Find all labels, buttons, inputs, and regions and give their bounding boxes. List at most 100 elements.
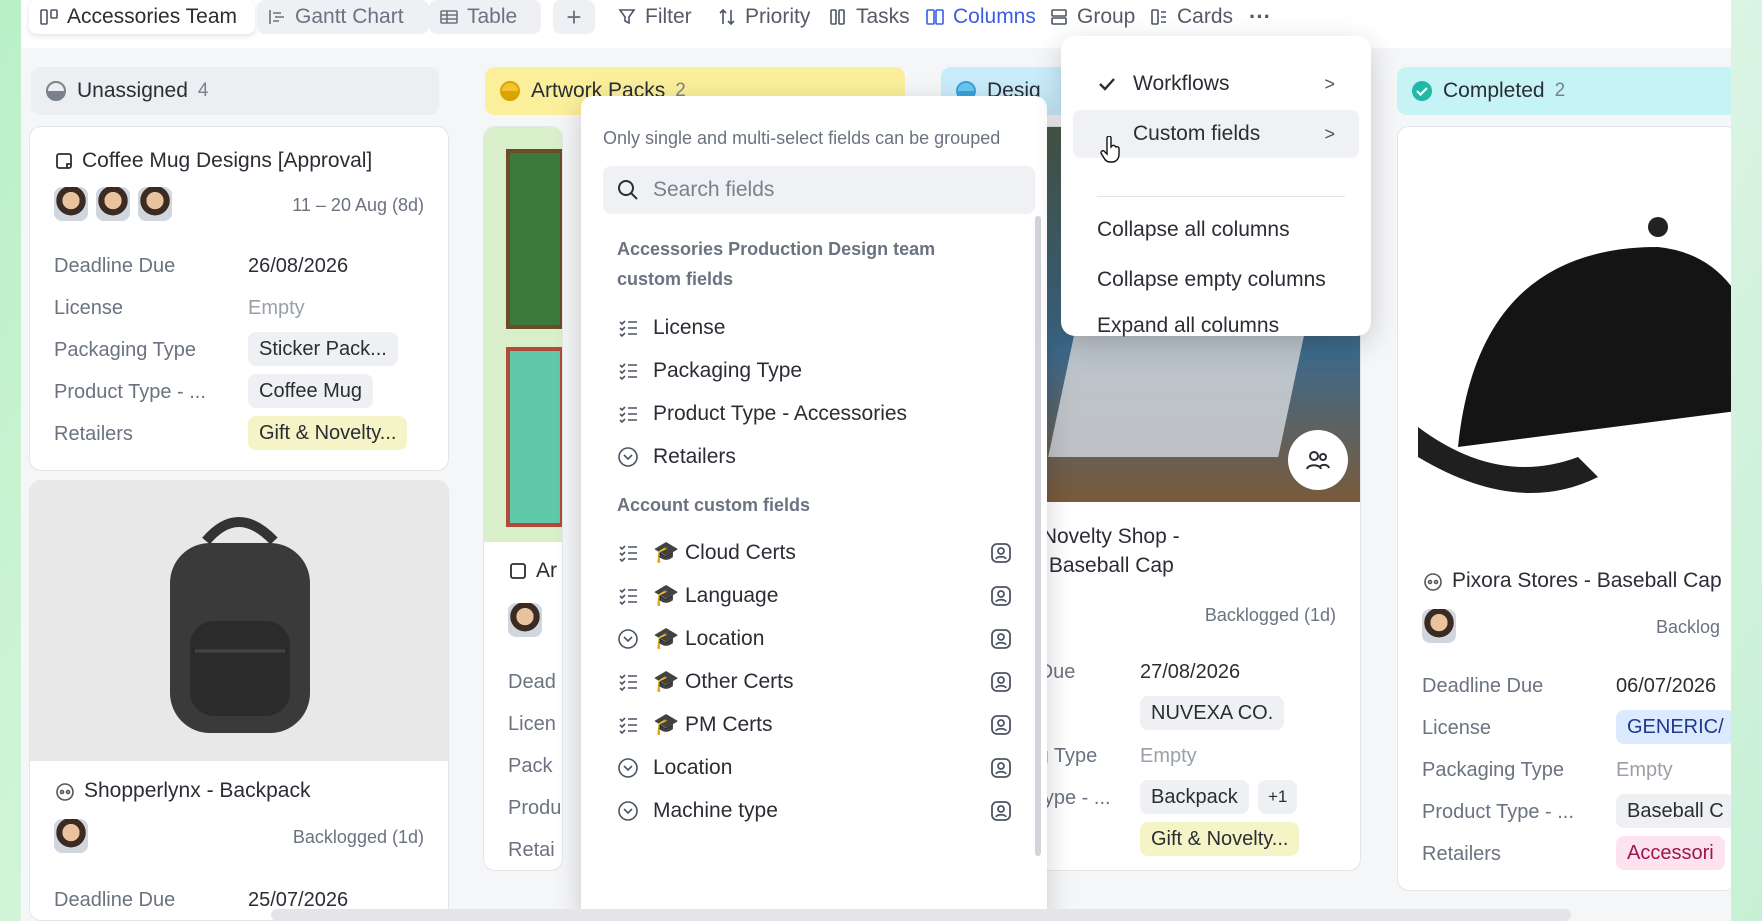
task-card-artwork[interactable]: Ar Dead Licen Pack Produ Retai	[483, 126, 563, 871]
menu-item-expand-all[interactable]: Expand all columns	[1073, 306, 1359, 346]
filter-button[interactable]: Filter	[607, 0, 702, 34]
group-icon	[1051, 9, 1067, 25]
field-item-cloud-certs[interactable]: 🎓 Cloud Certs	[617, 533, 1017, 573]
field-chip[interactable]: Accessori	[1616, 836, 1725, 870]
card-title: Shopperlynx - Backpack	[54, 779, 310, 803]
column-header-unassigned[interactable]: Unassigned 4	[31, 67, 439, 115]
menu-item-label: Workflows	[1133, 72, 1230, 95]
column-name: Unassigned	[77, 79, 188, 102]
priority-label: Priority	[745, 5, 811, 28]
avatar[interactable]	[1422, 609, 1456, 643]
field-item-machine-type[interactable]: Machine type	[617, 791, 1017, 831]
filter-icon	[618, 9, 636, 25]
check-circle-icon	[1412, 81, 1432, 101]
users-icon	[1306, 451, 1330, 470]
cards-button[interactable]: Cards	[1139, 0, 1243, 34]
user-badge-icon	[991, 801, 1011, 821]
menu-item-label: Collapse all columns	[1097, 218, 1290, 241]
backpack-image	[30, 481, 448, 761]
field-item-location[interactable]: Location	[617, 748, 1017, 788]
field-label: Pack	[508, 755, 553, 777]
task-icon	[510, 563, 526, 579]
panel-scrollbar[interactable]	[1035, 216, 1041, 856]
menu-item-workflows[interactable]: Workflows >	[1073, 60, 1359, 108]
card-status: Backlogged (1d)	[292, 827, 424, 847]
task-card-backpack[interactable]: Shopperlynx - Backpack Backlogged (1d) D…	[29, 480, 449, 921]
task-icon	[56, 153, 72, 169]
horizontal-scrollbar[interactable]	[271, 909, 1571, 921]
group-button[interactable]: Group	[1039, 0, 1145, 34]
robot-icon	[1424, 573, 1442, 591]
field-value[interactable]: 06/07/2026	[1616, 675, 1716, 698]
field-item-label: 🎓 PM Certs	[653, 713, 773, 736]
field-value[interactable]: 27/08/2026	[1140, 661, 1240, 684]
field-chip[interactable]: Gift & Novelty...	[248, 416, 408, 450]
field-item-other-certs[interactable]: 🎓 Other Certs	[617, 662, 1017, 702]
field-label: Product Type - ...	[1422, 801, 1574, 823]
tasks-button[interactable]: Tasks	[818, 0, 920, 34]
board-app: Accessories Team Gantt Chart Table + Fil…	[21, 0, 1731, 921]
field-item-license[interactable]: License	[617, 308, 1017, 348]
field-item-pm-certs[interactable]: 🎓 PM Certs	[617, 705, 1017, 745]
field-item-packaging-type[interactable]: Packaging Type	[617, 351, 1017, 391]
half-circle-status-icon	[46, 81, 66, 101]
card-status: Backlogged (1d)	[1204, 605, 1336, 625]
priority-button[interactable]: Priority	[707, 0, 820, 34]
field-item-location-cert[interactable]: 🎓 Location	[617, 619, 1017, 659]
field-value[interactable]: 26/08/2026	[248, 255, 348, 278]
user-badge-icon	[991, 629, 1011, 649]
search-field-wrapper[interactable]	[603, 166, 1035, 214]
assign-users-badge[interactable]	[1288, 430, 1348, 490]
dropdown-circle-icon	[618, 801, 638, 821]
menu-divider	[1097, 196, 1345, 197]
more-options-button[interactable]: ···	[1239, 0, 1281, 34]
avatar[interactable]	[96, 187, 130, 221]
avatar[interactable]	[54, 819, 88, 853]
field-chip[interactable]: GENERIC/	[1616, 710, 1731, 744]
columns-button[interactable]: Columns	[915, 0, 1046, 34]
menu-item-collapse-empty[interactable]: Collapse empty columns	[1073, 256, 1359, 304]
field-item-product-type[interactable]: Product Type - Accessories	[617, 394, 1017, 434]
table-icon	[440, 10, 458, 24]
view-tab-board[interactable]: Accessories Team	[29, 0, 255, 34]
column-name: Completed	[1443, 79, 1545, 102]
view-tab-label: Table	[467, 5, 518, 28]
field-item-label: Product Type - Accessories	[653, 402, 908, 425]
field-label: Deadline Due	[54, 889, 176, 911]
board-icon	[40, 9, 58, 25]
field-value[interactable]: Empty	[1140, 745, 1197, 768]
filter-label: Filter	[645, 5, 692, 28]
field-chip[interactable]: Coffee Mug	[248, 374, 374, 408]
field-chip[interactable]: Backpack	[1140, 780, 1249, 814]
field-label: Deadline Due	[54, 255, 176, 277]
columns-label: Columns	[953, 5, 1036, 28]
panel-hint: Only single and multi-select fields can …	[603, 128, 1001, 148]
view-tab-gantt[interactable]: Gantt Chart	[257, 0, 429, 34]
search-fields-input[interactable]	[653, 178, 1013, 202]
field-chip[interactable]: NUVEXA CO.	[1140, 696, 1285, 730]
more-chip[interactable]: +1	[1258, 780, 1298, 814]
tasks-icon	[830, 9, 845, 25]
list-check-icon	[619, 545, 637, 563]
view-tab-table[interactable]: Table	[429, 0, 541, 34]
avatar[interactable]	[138, 187, 172, 221]
field-item-language[interactable]: 🎓 Language	[617, 576, 1017, 616]
dropdown-circle-icon	[618, 758, 638, 778]
field-value[interactable]: Empty	[248, 297, 305, 320]
avatar[interactable]	[508, 603, 542, 637]
field-chip[interactable]: Baseball C	[1616, 794, 1731, 828]
menu-item-collapse-all[interactable]: Collapse all columns	[1073, 206, 1359, 254]
task-card-baseball-cap[interactable]: Pixora Stores - Baseball Cap Backlog Dea…	[1397, 126, 1731, 891]
column-count: 2	[1554, 80, 1566, 101]
field-value[interactable]: Empty	[1616, 759, 1673, 782]
avatar[interactable]	[54, 187, 88, 221]
task-card-coffee-mug[interactable]: Coffee Mug Designs [Approval] 11 – 20 Au…	[29, 126, 449, 471]
field-chip[interactable]: Gift & Novelty...	[1140, 822, 1300, 856]
field-label: License	[54, 297, 123, 319]
field-item-retailers[interactable]: Retailers	[617, 437, 1017, 477]
field-item-label: 🎓 Language	[653, 584, 779, 607]
column-header-completed[interactable]: Completed 2	[1397, 67, 1731, 115]
field-chip[interactable]: Sticker Pack...	[248, 332, 398, 366]
add-view-button[interactable]: +	[553, 0, 595, 34]
field-label: Produ	[508, 797, 562, 819]
